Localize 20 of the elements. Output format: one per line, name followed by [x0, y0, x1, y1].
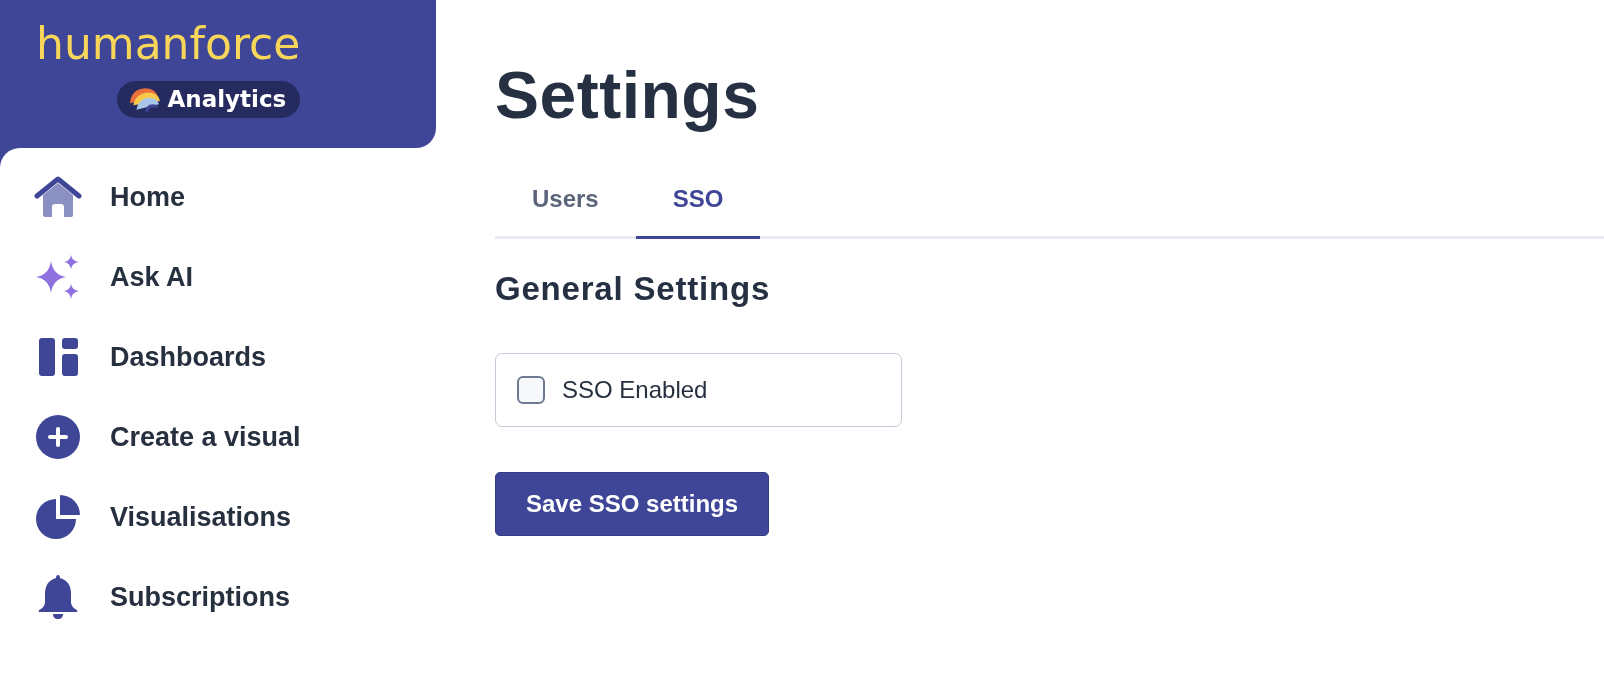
- badge-label: Analytics: [167, 88, 287, 111]
- nav-item[interactable]: Home: [0, 157, 195, 237]
- rainbow-icon: [129, 87, 160, 112]
- nav-item[interactable]: Subscriptions: [0, 557, 301, 637]
- home-icon: [34, 175, 82, 219]
- bell-icon: [38, 575, 78, 619]
- checkbox[interactable]: [517, 376, 545, 404]
- nav-item[interactable]: Dashboards: [0, 317, 277, 397]
- dashboards-icon: [38, 338, 78, 376]
- nav-item[interactable]: Create a visual: [0, 397, 311, 477]
- save-button[interactable]: Save SSO settings: [495, 472, 770, 536]
- pie-chart-icon: [36, 495, 80, 539]
- nav-item[interactable]: Ask AI: [0, 237, 204, 317]
- logo-wordmark: humanforce: [36, 18, 301, 70]
- section-heading: General Settings: [495, 270, 772, 308]
- tab[interactable]: SSO: [635, 175, 761, 239]
- checkbox-label: SSO Enabled: [562, 376, 708, 404]
- plus-circle-icon: [36, 415, 80, 459]
- nav-item[interactable]: Visualisations: [0, 477, 302, 557]
- tab[interactable]: Users: [495, 175, 636, 239]
